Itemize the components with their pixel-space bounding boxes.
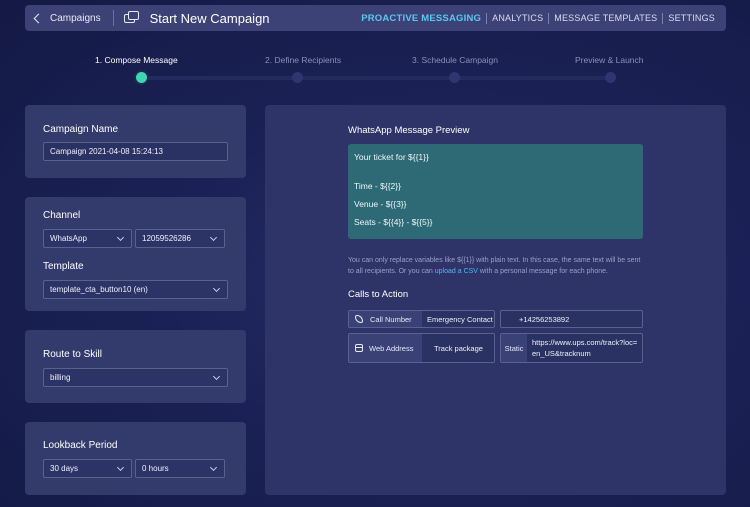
call-button-text: Emergency Contact: [427, 314, 493, 324]
call-phone-number-value: +14256253892: [519, 314, 570, 324]
step-dot-active: [136, 72, 147, 83]
lookback-days-select[interactable]: 30 days: [43, 459, 132, 478]
lookback-period-label: Lookback Period: [43, 440, 118, 451]
url-mode-label: Static: [501, 334, 527, 362]
step-compose-message[interactable]: 1. Compose Message: [95, 55, 178, 65]
step-schedule-campaign[interactable]: 3. Schedule Campaign: [412, 55, 498, 65]
variables-note: You can only replace variables like ${{1…: [348, 255, 648, 277]
template-label: Template: [43, 261, 84, 272]
lookback-hours-value: 0 hours: [142, 464, 169, 473]
route-to-skill-card: Route to Skill billing: [25, 330, 246, 403]
message-line: Your ticket for ${{1}}: [354, 152, 429, 162]
message-line: Venue - ${{3}}: [354, 199, 407, 209]
message-preview-panel: WhatsApp Message Preview Your ticket for…: [265, 105, 726, 495]
phone-number-value: 12059526286: [142, 234, 191, 243]
step-track: [141, 76, 611, 80]
step-dot: [449, 72, 460, 83]
call-number-button[interactable]: Call Number Emergency Contact: [348, 310, 495, 328]
upload-csv-link[interactable]: upload a CSV: [435, 268, 478, 275]
campaign-name-label: Campaign Name: [43, 124, 119, 135]
message-bubble: Your ticket for ${{1}} Time - ${{2}} Ven…: [348, 144, 643, 239]
campaign-name-input[interactable]: Campaign 2021-04-08 15:24:13: [43, 142, 228, 161]
web-address-type: Web Address: [349, 334, 422, 362]
lookback-hours-select[interactable]: 0 hours: [135, 459, 225, 478]
chevron-down-icon: [209, 463, 218, 472]
chevron-down-icon: [209, 233, 218, 242]
note-text: with a personal message for each phone.: [477, 268, 608, 275]
skill-select-value: billing: [50, 373, 71, 382]
chevron-down-icon: [116, 233, 125, 242]
chevron-down-icon: [212, 284, 221, 293]
template-select-value: template_cta_button10 (en): [50, 285, 148, 294]
route-to-skill-label: Route to Skill: [43, 349, 102, 360]
web-url-field[interactable]: Static https://www.ups.com/track?loc=en_…: [500, 333, 643, 363]
lookback-period-card: Lookback Period 30 days 0 hours: [25, 422, 246, 495]
step-define-recipients[interactable]: 2. Define Recipients: [265, 55, 341, 65]
campaign-name-card: Campaign Name Campaign 2021-04-08 15:24:…: [25, 105, 246, 178]
call-phone-number-field[interactable]: +14256253892: [500, 310, 643, 328]
channel-label: Channel: [43, 210, 81, 221]
phone-icon: [355, 315, 363, 323]
chevron-down-icon: [116, 463, 125, 472]
web-button-text: Track package: [434, 343, 483, 353]
browser-icon: [355, 344, 363, 352]
step-dot: [292, 72, 303, 83]
channel-card: Channel WhatsApp 12059526286 Template te…: [25, 197, 246, 311]
message-line: Seats - ${{4}} - ${{5}}: [354, 217, 433, 227]
web-url-value: https://www.ups.com/track?loc=en_US&trac…: [532, 338, 638, 358]
skill-select[interactable]: billing: [43, 368, 228, 387]
preview-title: WhatsApp Message Preview: [348, 125, 470, 136]
lookback-days-value: 30 days: [50, 464, 79, 473]
step-preview-launch[interactable]: Preview & Launch: [575, 55, 644, 65]
web-address-button[interactable]: Web Address Track package: [348, 333, 495, 363]
calls-to-action-title: Calls to Action: [348, 289, 409, 300]
step-dot: [605, 72, 616, 83]
web-address-type-label: Web Address: [369, 343, 414, 353]
call-number-type: Call Number: [349, 311, 422, 327]
phone-number-select[interactable]: 12059526286: [135, 229, 225, 248]
template-select[interactable]: template_cta_button10 (en): [43, 280, 228, 299]
channel-select[interactable]: WhatsApp: [43, 229, 132, 248]
chevron-down-icon: [212, 372, 221, 381]
message-line: Time - ${{2}}: [354, 181, 401, 191]
channel-select-value: WhatsApp: [50, 234, 87, 243]
call-number-type-label: Call Number: [370, 314, 412, 324]
step-progress: 1. Compose Message 2. Define Recipients …: [0, 0, 750, 90]
